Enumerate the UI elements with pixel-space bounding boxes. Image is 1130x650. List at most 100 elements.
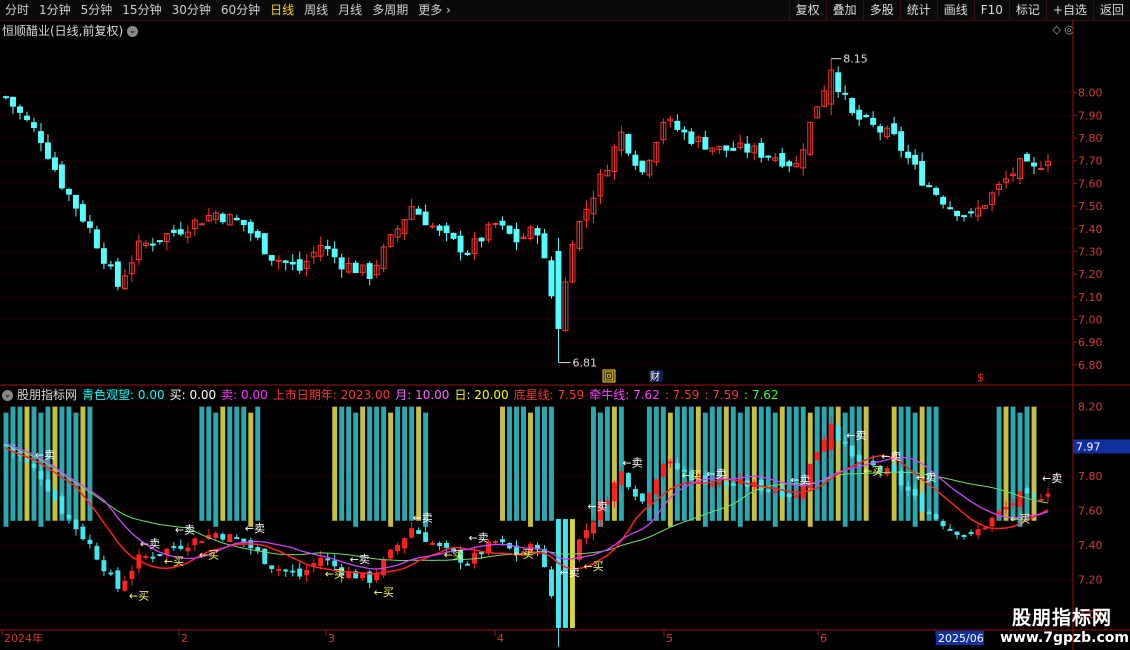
indicator-candle-body [590, 521, 596, 534]
candle-body [681, 129, 688, 133]
watch-bar [234, 406, 240, 521]
indicator-candle-body [115, 570, 121, 589]
watch-bar [521, 406, 526, 521]
low-price-label: 6.81 [572, 357, 597, 370]
candle-body [240, 219, 247, 226]
candle-body [100, 248, 107, 264]
indicator-candle-body [444, 542, 450, 548]
indicator-candle-body [968, 532, 974, 535]
candle-body [961, 215, 968, 218]
candle-body [912, 154, 919, 165]
indicator-value-8: : 7.59 [664, 388, 700, 402]
x-axis-label: 2 [181, 632, 188, 645]
indicator-candle-body [101, 560, 107, 572]
candle-body [534, 228, 541, 236]
indicator-candle-body [318, 557, 324, 566]
indicator-title: ⌄ 股朋指标网 青色观望: 0.00 买: 0.00 卖: 0.00 上市日期年: 202… [2, 386, 789, 403]
indicator-candle-body [1045, 493, 1051, 497]
watch-bar [535, 406, 540, 521]
candle-body [674, 120, 681, 130]
buy-signal-label: ←买 [374, 586, 394, 599]
indicator-candle-body [646, 492, 652, 504]
indicator-candle-body [577, 539, 582, 560]
candle-body [786, 161, 793, 167]
candle-body [247, 221, 254, 234]
watch-bar [360, 406, 366, 521]
buy-signal-label: ←买 [199, 549, 219, 562]
candle-body [702, 137, 709, 150]
candle-body [114, 261, 121, 287]
indicator-candle-body [409, 528, 415, 538]
main-price-tick: 7.90 [1078, 109, 1103, 122]
candle-body [548, 260, 555, 297]
cai-marker: 财 [650, 370, 660, 383]
candle-body [898, 131, 905, 151]
indicator-candle-body [122, 580, 128, 591]
indicator-value-3: 上市日期年: 2023.00 [272, 388, 391, 402]
watch-bar [73, 412, 79, 527]
indicator-candle-body [150, 556, 156, 559]
candle-body [758, 142, 765, 158]
watch-bar [772, 412, 778, 527]
watch-bar [514, 406, 519, 521]
watch-bar [744, 406, 750, 521]
indicator-candle-body [234, 537, 240, 540]
watch-bar [709, 406, 715, 521]
watch-bar [542, 406, 547, 521]
watch-bar [758, 406, 764, 521]
main-price-tick: 7.70 [1078, 155, 1103, 168]
indicator-candle-body [933, 514, 939, 519]
indicator-candle-body [549, 569, 554, 597]
candle-body [723, 145, 730, 151]
indicator-candle-body [24, 459, 30, 462]
candle-body [436, 225, 443, 231]
candle-body [933, 187, 940, 195]
watch-bar [549, 406, 554, 521]
indicator-candle-body [276, 568, 282, 571]
watch-bar [688, 406, 694, 521]
watch-bar [388, 412, 394, 527]
candle-body [541, 233, 548, 259]
kline-chart[interactable]: 8.00 7.90 7.80 7.70 7.60 7.50 7.40 7.30 7.20 7.10… [0, 0, 1130, 650]
watch-bar [779, 406, 785, 521]
watch-bar [220, 406, 226, 521]
candle-body [1024, 153, 1030, 162]
sell-signal-label: ←卖 [706, 467, 726, 480]
candle-body [415, 208, 422, 215]
indicator-candle-body [241, 538, 247, 542]
x-axis-label: 3 [328, 632, 335, 645]
sell-signal-label: ←卖 [413, 511, 433, 524]
main-price-tick: 7.50 [1078, 200, 1103, 213]
indicator-candle-body [842, 441, 848, 444]
watch-bar [723, 406, 729, 521]
candle-body [93, 229, 100, 249]
indicator-candle-body [891, 464, 897, 473]
chevron-down-icon[interactable]: ⌄ [2, 390, 13, 401]
sell-signal-label: ←卖 [881, 450, 901, 463]
main-price-tick: 6.90 [1078, 336, 1103, 349]
indicator-candle-body [905, 486, 911, 491]
watch-bar [528, 412, 533, 527]
indicator-candle-body [632, 488, 638, 497]
candle-body [38, 131, 44, 143]
candle-body [870, 117, 877, 125]
indicator-candle-body [849, 445, 855, 457]
indicator-candle-body [38, 470, 44, 480]
main-price-tick: 6.80 [1078, 359, 1103, 372]
watch-bar [381, 406, 387, 521]
candle-body [1038, 167, 1044, 170]
watch-bar [814, 406, 820, 521]
candle-body [891, 123, 898, 135]
candle-body [170, 229, 177, 233]
indicator-candle-body [269, 565, 275, 569]
indicator-candle-body [220, 533, 226, 540]
indicator-candle-body [192, 538, 198, 545]
sell-signal-label: ←卖 [587, 500, 607, 513]
indicator-candle-body [961, 534, 967, 537]
watch-bar [653, 406, 659, 521]
indicator-candle-body [583, 530, 589, 539]
indicator-candle-body [828, 423, 834, 450]
candle-body [877, 126, 884, 133]
watch-bar [793, 406, 799, 521]
watch-bar [695, 406, 701, 521]
